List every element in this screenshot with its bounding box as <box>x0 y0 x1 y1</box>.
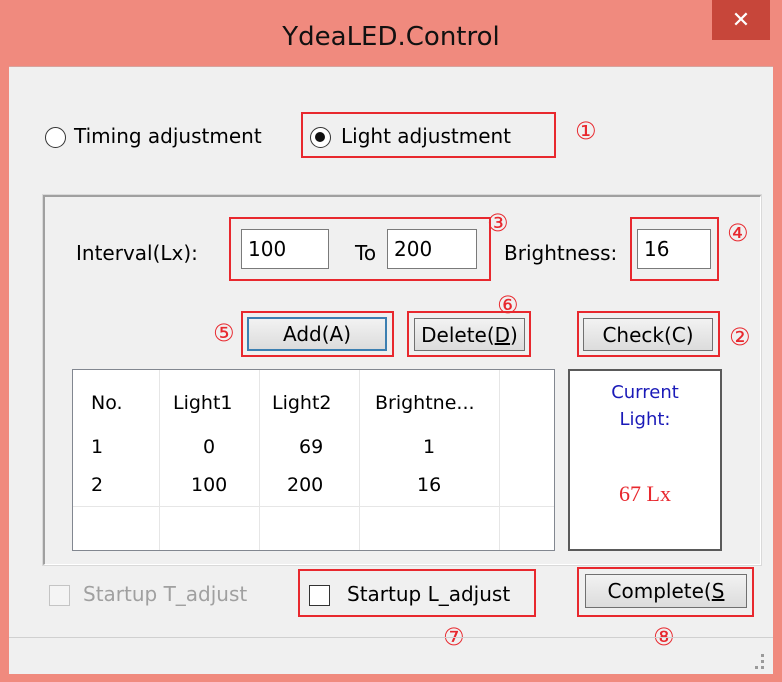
annotation-4: ④ <box>727 219 749 247</box>
app-window: YdeaLED.Control ✕ Timing adjustment Ligh… <box>0 0 782 682</box>
resize-grip-icon[interactable] <box>755 666 758 669</box>
add-button[interactable]: Add(A) <box>247 317 387 351</box>
interval-label: Interval(Lx): <box>76 241 198 265</box>
column-divider <box>499 370 500 550</box>
current-light-panel: Current Light: 67 Lx <box>568 369 722 551</box>
column-divider <box>359 370 360 550</box>
column-divider <box>259 370 260 550</box>
startup-l-adjust-checkbox[interactable] <box>309 585 330 606</box>
interval-to-input[interactable]: 200 <box>387 229 477 269</box>
radio-selected-dot <box>315 132 325 142</box>
resize-grip-icon[interactable] <box>761 666 764 669</box>
resize-grip-icon[interactable] <box>761 654 764 657</box>
table-cell[interactable]: 100 <box>191 474 227 496</box>
startup-t-adjust-checkbox[interactable] <box>49 585 70 606</box>
table-cell[interactable]: 16 <box>417 474 441 496</box>
column-header-no[interactable]: No. <box>91 392 123 414</box>
column-header-light2[interactable]: Light2 <box>272 392 332 414</box>
startup-l-adjust-label[interactable]: Startup L_adjust <box>347 582 510 606</box>
table-cell[interactable]: 200 <box>287 474 323 496</box>
startup-t-adjust-label[interactable]: Startup T_adjust <box>83 582 247 606</box>
brightness-table[interactable]: No. Light1 Light2 Brightne... 1 0 69 1 2… <box>72 369 555 551</box>
resize-grip-icon[interactable] <box>761 660 764 663</box>
interval-from-input[interactable]: 100 <box>241 229 329 269</box>
table-cell[interactable]: 0 <box>203 436 215 458</box>
light-adjustment-radio[interactable] <box>310 127 331 148</box>
close-button[interactable]: ✕ <box>712 0 770 40</box>
timing-adjustment-radio[interactable] <box>45 127 66 148</box>
current-light-label-line2: Light: <box>619 409 671 430</box>
window-title: YdeaLED.Control <box>282 22 500 52</box>
table-cell[interactable]: 1 <box>423 436 435 458</box>
brightness-input[interactable]: 16 <box>637 229 711 269</box>
column-divider <box>159 370 160 550</box>
complete-accelerator: S <box>711 579 725 603</box>
interval-to-label: To <box>355 241 377 265</box>
status-bar <box>9 637 773 675</box>
table-cell[interactable]: 2 <box>91 474 103 496</box>
timing-adjustment-label[interactable]: Timing adjustment <box>74 124 262 148</box>
column-header-brightness[interactable]: Brightne... <box>375 392 475 414</box>
annotation-5: ⑤ <box>213 319 235 347</box>
delete-accelerator: D <box>494 322 511 347</box>
current-light-label: Current Light: <box>570 379 720 433</box>
close-icon: ✕ <box>731 7 751 33</box>
complete-button[interactable]: Complete(S <box>585 574 747 608</box>
annotation-1: ① <box>575 117 597 145</box>
client-area: Timing adjustment Light adjustment ① Int… <box>9 66 773 674</box>
light-adjustment-label[interactable]: Light adjustment <box>341 124 511 148</box>
annotation-3: ③ <box>487 209 509 237</box>
delete-label-suffix: ) <box>510 322 518 347</box>
table-cell[interactable]: 1 <box>91 436 103 458</box>
check-button[interactable]: Check(C) <box>583 318 713 351</box>
current-light-value: 67 Lx <box>619 481 671 506</box>
annotation-2: ② <box>729 323 751 351</box>
column-header-light1[interactable]: Light1 <box>173 392 233 414</box>
complete-label-prefix: Complete( <box>607 579 712 603</box>
brightness-label: Brightness: <box>504 241 618 265</box>
delete-button[interactable]: Delete(D) <box>414 318 525 351</box>
delete-label-prefix: Delete( <box>421 322 495 347</box>
row-divider <box>73 506 554 507</box>
table-cell[interactable]: 69 <box>299 436 323 458</box>
title-bar[interactable]: YdeaLED.Control ✕ <box>0 0 782 66</box>
current-light-label-line1: Current <box>611 382 679 403</box>
